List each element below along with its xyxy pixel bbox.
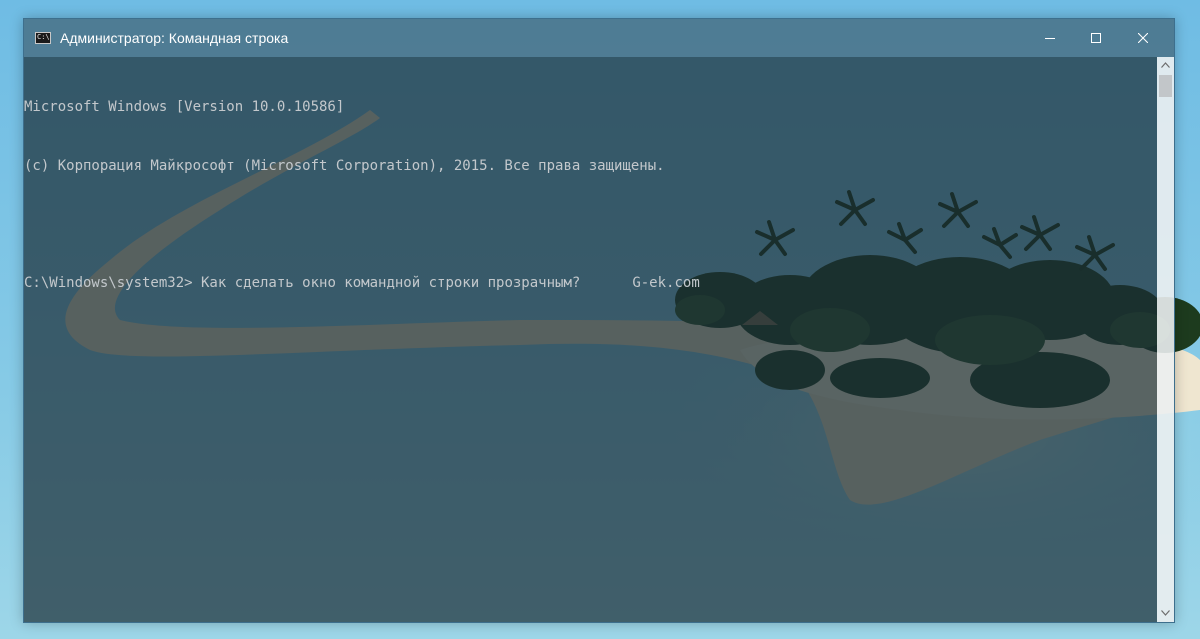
close-button[interactable]: [1120, 19, 1166, 57]
console-area[interactable]: Microsoft Windows [Version 10.0.10586] (…: [24, 57, 1157, 622]
close-icon: [1138, 33, 1148, 43]
window-title: Администратор: Командная строка: [60, 30, 289, 46]
minimize-button[interactable]: [1027, 19, 1073, 57]
console-output: Microsoft Windows [Version 10.0.10586] (…: [24, 59, 700, 332]
console-prompt: C:\Windows\system32>: [24, 274, 193, 291]
watermark-text: G-ek.com: [632, 274, 700, 291]
console-line-version: Microsoft Windows [Version 10.0.10586]: [24, 99, 345, 115]
console-line-copyright: (c) Корпорация Майкрософт (Microsoft Cor…: [24, 157, 665, 174]
cmd-icon-label: C:\: [37, 33, 50, 41]
title-bar[interactable]: C:\ Администратор: Командная строка: [24, 19, 1174, 57]
scroll-thumb[interactable]: [1159, 75, 1172, 97]
cmd-icon[interactable]: C:\: [35, 32, 51, 44]
chevron-up-icon: [1161, 62, 1170, 68]
scroll-up-button[interactable]: [1157, 57, 1174, 74]
minimize-icon: [1045, 38, 1055, 39]
maximize-icon: [1091, 33, 1101, 43]
desktop: C:\ Администратор: Командная строка Micr…: [0, 0, 1200, 639]
cmd-window[interactable]: C:\ Администратор: Командная строка Micr…: [23, 18, 1175, 623]
maximize-button[interactable]: [1073, 19, 1119, 57]
console-line-blank: [24, 215, 700, 235]
scroll-down-button[interactable]: [1157, 605, 1174, 622]
console-line-command[interactable]: C:\Windows\system32> Как сделать окно ко…: [24, 274, 700, 294]
console-command-text: Как сделать окно командной строки прозра…: [192, 274, 581, 291]
vertical-scrollbar[interactable]: [1157, 57, 1174, 622]
chevron-down-icon: [1161, 610, 1170, 616]
